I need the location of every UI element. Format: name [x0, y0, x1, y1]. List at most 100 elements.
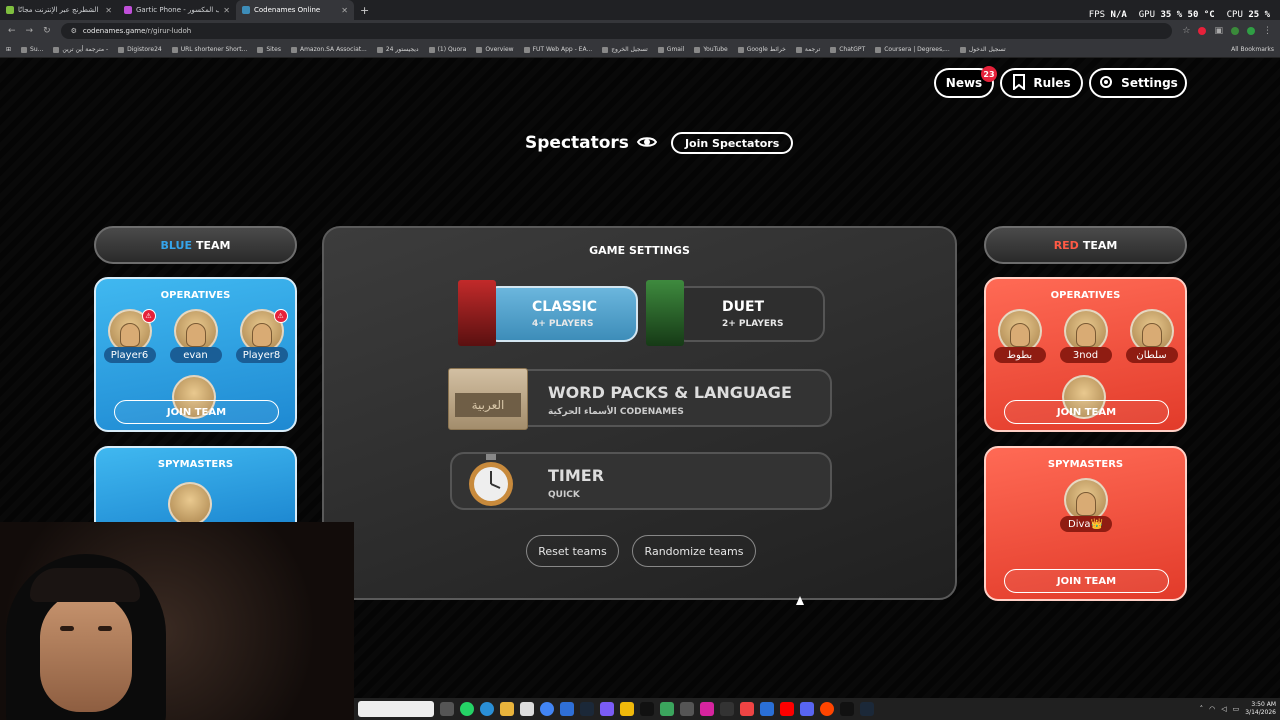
app-icon[interactable] [760, 702, 774, 716]
binance-icon[interactable] [620, 702, 634, 716]
tab-title: Codenames Online [254, 6, 321, 14]
bookmark-item[interactable]: YouTube [694, 46, 728, 53]
reddit-icon[interactable] [820, 702, 834, 716]
rules-button[interactable]: Rules [1000, 68, 1083, 98]
bookmark-item[interactable]: Sites [257, 46, 281, 53]
extensions-icon[interactable]: ▣ [1214, 26, 1223, 36]
bookmark-item[interactable]: Digistore24 [118, 46, 162, 53]
app-icon[interactable] [660, 702, 674, 716]
discord-icon[interactable] [800, 702, 814, 716]
bookmark-item[interactable]: Su... [21, 46, 43, 53]
all-bookmarks-button[interactable]: All Bookmarks [1231, 46, 1274, 53]
join-spectators-button[interactable]: Join Spectators [670, 132, 794, 154]
browser-tab-gartic[interactable]: Gartic Phone - الهاتف المكسور ✕ [118, 0, 236, 20]
tray-chevron-icon[interactable]: ˄ [1200, 705, 1204, 713]
bookmark-item[interactable]: Gmail [657, 46, 684, 53]
app-icon[interactable] [560, 702, 574, 716]
close-tab-icon[interactable]: ✕ [341, 6, 348, 15]
bookmark-item[interactable]: ديجيستور 24 [376, 46, 419, 53]
timer-button[interactable]: TIMER QUICK [450, 452, 832, 510]
browser-tab-codenames[interactable]: Codenames Online ✕ [236, 0, 354, 20]
forward-icon[interactable]: → [26, 26, 34, 36]
bookmark-item[interactable]: Overview [476, 46, 514, 53]
player-slot: evan [168, 309, 224, 363]
bookmark-favicon-icon [257, 46, 264, 53]
codenames-favicon-icon [242, 6, 250, 14]
red-operatives-join-button[interactable]: JOIN TEAM [1004, 400, 1169, 424]
apps-icon[interactable]: ⊞ [6, 46, 11, 53]
duet-mode-button[interactable]: DUET 2+ PLAYERS [672, 286, 825, 342]
app-icon[interactable] [640, 702, 654, 716]
player-name: سلطان [1125, 347, 1178, 363]
bookmarks-bar: ⊞ Su... مترجمة أين ترين - Digistore24 UR… [0, 42, 1280, 58]
player-slot: ⚠ Player6 [102, 309, 158, 363]
bookmark-item[interactable]: (1) Quora [428, 46, 466, 53]
site-info-icon[interactable]: ⚙ [71, 27, 77, 35]
blue-operatives-join-button[interactable]: JOIN TEAM [114, 400, 279, 424]
blue-spymasters-card: SPYMASTERS [94, 446, 297, 522]
duet-box-art [646, 280, 684, 346]
edge-icon[interactable] [480, 702, 494, 716]
store-icon[interactable] [520, 702, 534, 716]
app-icon[interactable] [600, 702, 614, 716]
new-tab-button[interactable]: + [360, 4, 369, 17]
tiktok-icon[interactable] [840, 702, 854, 716]
bookmark-favicon-icon [602, 46, 609, 53]
app-icon[interactable] [740, 702, 754, 716]
classic-mode-button[interactable]: CLASSIC 4+ PLAYERS [484, 286, 638, 342]
profile-avatar[interactable] [1231, 27, 1239, 35]
blue-operatives-card: OPERATIVES ⚠ Player6 evan ⚠ Player8 JOIN… [94, 277, 297, 432]
settings-button[interactable]: Settings [1089, 68, 1187, 98]
randomize-teams-button[interactable]: Randomize teams [632, 535, 756, 567]
player-slot: سلطان [1124, 309, 1180, 363]
bookmark-item[interactable]: مترجمة أين ترين - [53, 46, 108, 53]
bookmark-favicon-icon [694, 46, 701, 53]
reload-icon[interactable]: ↻ [43, 26, 51, 36]
app-icon[interactable] [680, 702, 694, 716]
word-packs-button[interactable]: العربية WORD PACKS & LANGUAGE الأسماء ال… [448, 368, 832, 430]
app-icon[interactable] [720, 702, 734, 716]
url-field[interactable]: ⚙ codenames.game/r/girur-ludoh [60, 23, 1173, 39]
screen: العب الشطرنج عبر الإنترنت مجانًا ✕ Garti… [0, 0, 1280, 720]
bookmark-favicon-icon [118, 46, 125, 53]
bookmark-item[interactable]: FUT Web App - EA... [523, 46, 592, 53]
bookmark-item[interactable]: تسجيل الدخول [959, 46, 1006, 53]
battery-icon[interactable]: ▭ [1233, 705, 1240, 713]
bookmark-item[interactable]: ترجمة [795, 46, 820, 53]
tab-title: العب الشطرنج عبر الإنترنت مجانًا [18, 6, 101, 14]
bookmark-item[interactable]: تسجيل الخروج [602, 46, 648, 53]
task-view-icon[interactable] [440, 702, 454, 716]
volume-icon[interactable]: ◁ [1221, 705, 1226, 713]
bookmark-item[interactable]: URL shortener Short... [171, 46, 247, 53]
spectators-section: Spectators Join Spectators [525, 132, 794, 154]
bookmark-item[interactable]: Google خرائط [737, 46, 786, 53]
extension-icon[interactable] [1198, 27, 1207, 35]
file-explorer-icon[interactable] [500, 702, 514, 716]
bookmark-item[interactable]: ChatGPT [830, 46, 865, 53]
taskbar-search[interactable] [358, 701, 434, 717]
bookmark-item[interactable]: Coursera | Degrees,... [875, 46, 950, 53]
close-tab-icon[interactable]: ✕ [223, 6, 230, 15]
instagram-icon[interactable] [700, 702, 714, 716]
red-spymasters-join-button[interactable]: JOIN TEAM [1004, 569, 1169, 593]
bookmark-item[interactable]: Amazon.SA Associat... [290, 46, 367, 53]
tab-title: Gartic Phone - الهاتف المكسور [136, 6, 220, 14]
address-bar-row: ← → ↻ ⚙ codenames.game/r/girur-ludoh ☆ ▣… [0, 20, 1280, 42]
browser-tab-chess[interactable]: العب الشطرنج عبر الإنترنت مجانًا ✕ [0, 0, 118, 20]
whatsapp-icon[interactable] [460, 702, 474, 716]
youtube-icon[interactable] [780, 702, 794, 716]
clock[interactable]: 3:50 AM 3/14/2026 [1245, 701, 1276, 717]
news-button[interactable]: News 23 [934, 66, 997, 98]
close-tab-icon[interactable]: ✕ [105, 6, 112, 15]
bookmark-favicon-icon [171, 46, 178, 53]
operatives-label: OPERATIVES [1050, 290, 1121, 301]
steam-icon[interactable] [860, 702, 874, 716]
wifi-icon[interactable]: ◠ [1209, 705, 1215, 713]
menu-icon[interactable]: ⋮ [1263, 26, 1272, 36]
reset-teams-button[interactable]: Reset teams [526, 535, 619, 567]
bookmark-star-icon[interactable]: ☆ [1182, 26, 1190, 36]
back-icon[interactable]: ← [8, 26, 16, 36]
chrome-icon[interactable] [540, 702, 554, 716]
steam-icon[interactable] [580, 702, 594, 716]
account-avatar[interactable] [1247, 27, 1255, 35]
